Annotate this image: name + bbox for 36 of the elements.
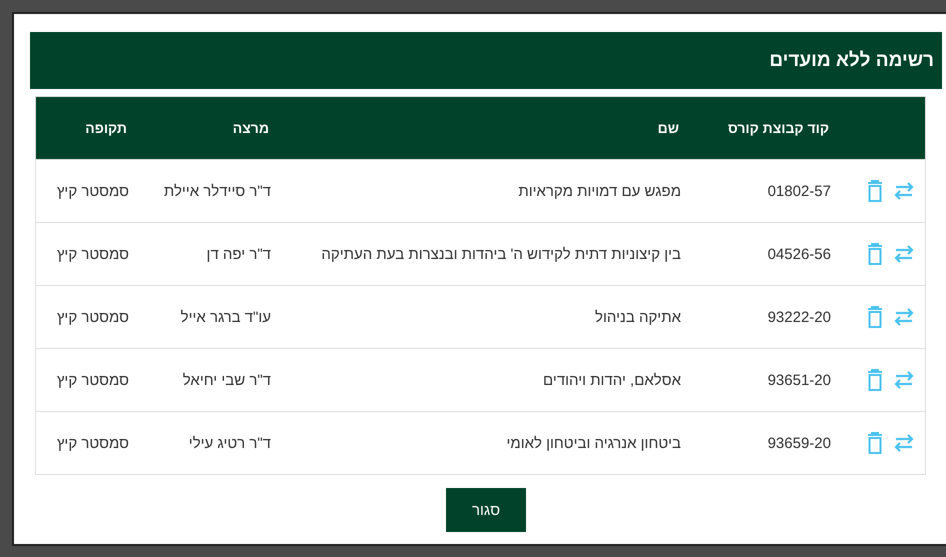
swap-arrows-icon[interactable] bbox=[893, 308, 915, 326]
column-header: קוד קבוצת קורס bbox=[691, 96, 841, 160]
trash-icon[interactable] bbox=[867, 306, 883, 328]
column-header: מרצה bbox=[138, 96, 281, 160]
close-button[interactable]: סגור bbox=[446, 488, 526, 532]
table-cell: אתיקה בניהול bbox=[281, 286, 691, 348]
table-cell: ד"ר שבי יחיאל bbox=[138, 348, 281, 412]
table-cell: מפגש עם דמויות מקראיות bbox=[281, 160, 691, 222]
swap-arrows-icon[interactable] bbox=[893, 434, 915, 452]
table-cell: 93222-20 bbox=[691, 286, 841, 348]
table-cell: 04526-56 bbox=[691, 222, 841, 286]
swap-arrows-icon[interactable] bbox=[893, 371, 915, 389]
table-cell: סמסטר קיץ bbox=[36, 412, 139, 474]
table-cell: 93651-20 bbox=[691, 348, 841, 412]
table-cell: ד"ר רטיג עילי bbox=[138, 412, 281, 474]
trash-icon[interactable] bbox=[867, 432, 883, 454]
trash-icon[interactable] bbox=[867, 180, 883, 202]
table-cell: סמסטר קיץ bbox=[36, 286, 139, 348]
table-cell: עו"ד ברגר אייל bbox=[138, 286, 281, 348]
column-header: שם bbox=[281, 96, 691, 160]
table-cell: סמסטר קיץ bbox=[36, 348, 139, 412]
table-cell: סמסטר קיץ bbox=[36, 160, 139, 222]
column-header: תקופה bbox=[36, 96, 139, 160]
swap-arrows-icon[interactable] bbox=[893, 245, 915, 263]
trash-icon[interactable] bbox=[867, 243, 883, 265]
swap-arrows-icon[interactable] bbox=[893, 182, 915, 200]
table-cell: 01802-57 bbox=[691, 160, 841, 222]
table-cell: בין קיצוניות דתית לקידוש ה' ביהדות ובנצרות בעת העתיקה bbox=[281, 222, 691, 286]
table-cell: סמסטר קיץ bbox=[36, 222, 139, 286]
dialog-title: רשימה ללא מועדים bbox=[769, 50, 934, 72]
table-cell: ד"ר סיידלר איילת bbox=[138, 160, 281, 222]
table-cell: ד"ר יפה דן bbox=[138, 222, 281, 286]
table-cell: אסלאם, יהדות ויהודים bbox=[281, 348, 691, 412]
table-cell: 93659-20 bbox=[691, 412, 841, 474]
trash-icon[interactable] bbox=[867, 369, 883, 391]
table-cell: ביטחון אנרגיה וביטחון לאומי bbox=[281, 412, 691, 474]
